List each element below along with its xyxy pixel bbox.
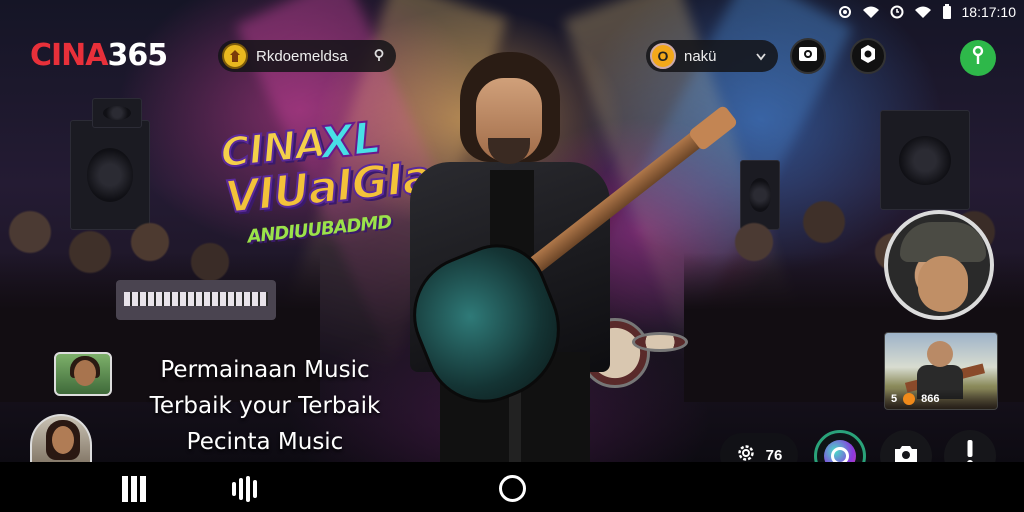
location-selector[interactable]: Rkdoemeldsa [218, 40, 396, 72]
wifi-icon [914, 5, 932, 19]
caption-line1: Permainaan Music [160, 357, 370, 383]
video-thumbnail-count: 866 [921, 393, 940, 405]
location-label: Rkdoemeldsa [256, 47, 348, 65]
video-thumbnail[interactable]: 5 866 [884, 332, 998, 410]
wifi-icon [862, 5, 880, 19]
status-time: 18:17:10 [961, 4, 1017, 20]
viewer-avatar[interactable] [54, 352, 112, 396]
app-logo[interactable]: CINA365 [30, 38, 169, 73]
system-nav-bar [0, 462, 1024, 512]
video-thumbnail-badge: 5 [891, 393, 898, 405]
data-saver-icon [838, 5, 852, 19]
battery-icon [942, 4, 952, 20]
gallery-icon [798, 45, 818, 68]
streamer-avatar[interactable] [884, 210, 994, 320]
keyboard-instrument [116, 280, 276, 320]
temple-icon [222, 43, 248, 69]
logo-primary: CINA [30, 38, 109, 73]
coin-icon [903, 393, 916, 405]
user-badge: O [650, 43, 676, 69]
settings-count: 76 [765, 446, 783, 464]
caption-line3: Pecinta Music [186, 429, 344, 455]
multitask-button[interactable] [232, 476, 264, 502]
artwork-title-accent: XL [317, 111, 384, 170]
stream-caption: Permainaan Music Terbaik your Terbaik Pe… [120, 352, 410, 460]
artwork-title: CINA XL VIUaIGIa ANDIUUBADMD [217, 110, 436, 250]
speaker-stack [92, 98, 142, 128]
user-name-label: nakü [684, 47, 717, 65]
gear-icon [858, 44, 878, 69]
video-thumbnail-stats: 5 866 [885, 389, 997, 409]
status-bar: 18:17:10 [838, 2, 1017, 22]
gallery-button[interactable] [790, 38, 826, 74]
profile-button[interactable] [960, 40, 996, 76]
drum-kit [632, 332, 688, 352]
alarm-icon [890, 5, 904, 19]
caption-line2: Terbaik your Terbaik [149, 393, 381, 419]
person-icon [971, 45, 985, 71]
recent-apps-button[interactable] [122, 476, 146, 502]
home-button[interactable] [499, 475, 526, 502]
chevron-down-icon [756, 49, 766, 64]
logo-secondary: 365 [107, 38, 169, 73]
settings-button[interactable] [850, 38, 886, 74]
user-selector[interactable]: O nakü [646, 40, 778, 72]
location-pin-icon [374, 48, 384, 64]
